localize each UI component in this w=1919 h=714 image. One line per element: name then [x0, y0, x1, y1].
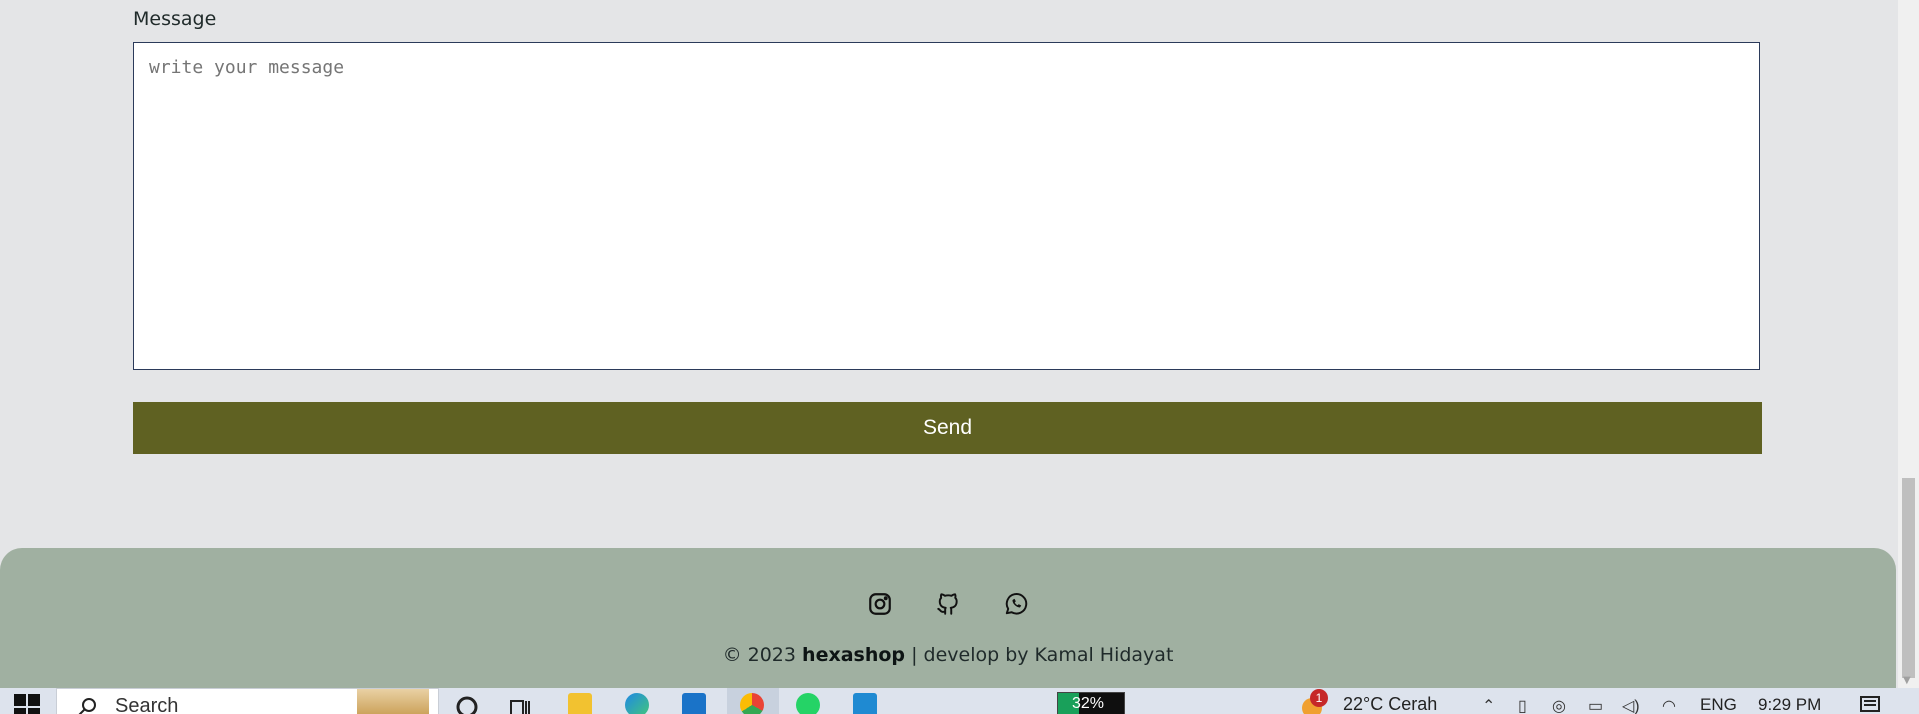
social-links: [0, 590, 1896, 618]
page: Message Send: [0, 0, 1898, 714]
search-highlight-image: [357, 689, 429, 714]
chrome-icon[interactable]: [740, 693, 764, 714]
message-textarea[interactable]: [133, 42, 1760, 370]
battery-percent: 32%: [1072, 695, 1105, 712]
meet-now-icon[interactable]: ◎: [1552, 696, 1566, 714]
wifi-icon[interactable]: ◠: [1662, 696, 1676, 714]
battery-widget[interactable]: 32%: [1057, 692, 1125, 714]
language-indicator[interactable]: ENG: [1700, 695, 1737, 714]
copyright-prefix: © 2023: [722, 644, 796, 666]
whatsapp-app-icon[interactable]: [796, 693, 820, 714]
taskbar: Search 32% 1 22°C Cerah ⌃ ▯ ◎ ▭ ◁) ◠ ENG…: [0, 688, 1919, 714]
weather-text[interactable]: 22°C Cerah: [1343, 694, 1437, 714]
github-icon: [937, 593, 958, 615]
taskbar-search-box[interactable]: Search: [56, 688, 439, 714]
cortana-icon[interactable]: [455, 693, 479, 714]
battery-tray-icon[interactable]: ▭: [1588, 696, 1603, 714]
search-icon: [78, 698, 96, 714]
footer: © 2023 hexashop | develop by Kamal Hiday…: [0, 548, 1896, 688]
scrollbar-thumb[interactable]: [1902, 478, 1915, 678]
notification-badge: 1: [1310, 689, 1328, 707]
volume-icon[interactable]: ◁): [1622, 696, 1640, 714]
file-explorer-icon[interactable]: [568, 693, 592, 714]
copyright-text: © 2023 hexashop | develop by Kamal Hiday…: [0, 644, 1896, 666]
whatsapp-icon: [1005, 593, 1028, 615]
vscode-icon[interactable]: [853, 693, 877, 714]
edge-browser-icon[interactable]: [625, 693, 649, 714]
action-center-icon[interactable]: [1860, 696, 1880, 712]
instagram-link[interactable]: [866, 590, 894, 618]
taskbar-search-placeholder: Search: [115, 695, 179, 714]
windows-start-icon[interactable]: [14, 694, 40, 714]
instagram-icon: [869, 593, 891, 615]
whatsapp-link[interactable]: [1002, 590, 1030, 618]
send-button[interactable]: Send: [133, 402, 1762, 454]
chevron-up-icon[interactable]: ⌃: [1482, 696, 1495, 714]
vertical-scrollbar[interactable]: ▼: [1898, 0, 1919, 688]
task-view-icon[interactable]: [508, 693, 532, 714]
phone-link-icon[interactable]: ▯: [1518, 696, 1527, 714]
clock[interactable]: 9:29 PM: [1758, 695, 1821, 714]
copyright-suffix: | develop by Kamal Hidayat: [911, 644, 1174, 666]
github-link[interactable]: [934, 590, 962, 618]
mail-icon[interactable]: [682, 693, 706, 714]
brand-name: hexashop: [802, 644, 906, 666]
message-label: Message: [133, 8, 217, 30]
scroll-down-arrow-icon[interactable]: ▼: [1903, 675, 1911, 686]
